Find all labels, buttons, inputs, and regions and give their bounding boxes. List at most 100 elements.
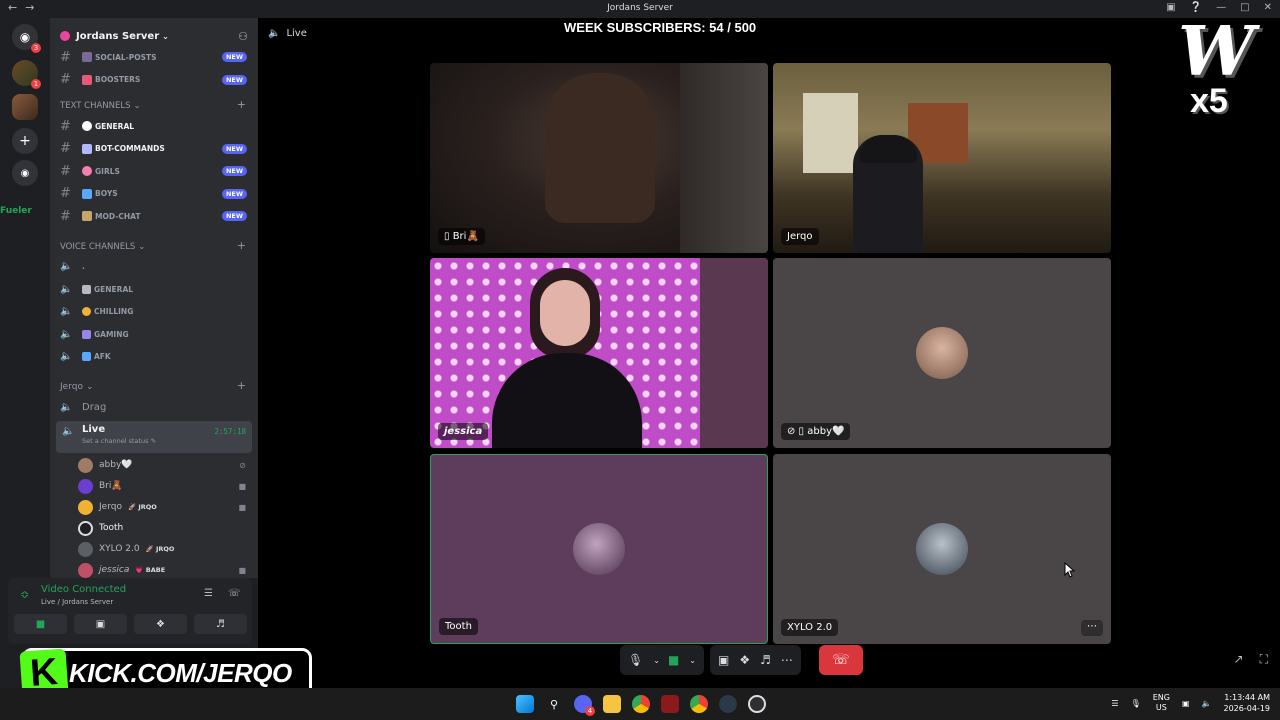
server-icon-1[interactable]: 1: [12, 60, 41, 89]
app-icon-red[interactable]: [661, 695, 679, 713]
language-indicator[interactable]: ENG US: [1153, 693, 1170, 713]
text-channels-category[interactable]: TEXT CHANNELS ⌄ +: [50, 91, 258, 115]
add-channel-icon[interactable]: +: [237, 379, 246, 392]
voice-channel-chilling[interactable]: 🔈 CHILLING: [50, 301, 258, 324]
network-icon[interactable]: ☰: [1111, 699, 1118, 708]
video-tile-jerqo[interactable]: Jerqo: [773, 63, 1111, 253]
fullscreen-icon[interactable]: ⛶: [1260, 652, 1268, 667]
channel-status-link[interactable]: Set a channel status ✎: [62, 437, 252, 445]
member-jessica[interactable]: jessica 💗 BABE ■: [50, 560, 258, 579]
member-tooth[interactable]: Tooth: [50, 518, 258, 539]
speaker-icon: 🔈: [60, 328, 73, 340]
discord-taskbar-icon[interactable]: 4: [574, 695, 595, 716]
activities-button[interactable]: ❖: [134, 614, 187, 634]
file-explorer-icon[interactable]: [603, 695, 621, 713]
voice-channel-dot[interactable]: 🔈.: [50, 256, 258, 279]
signal-icon[interactable]: ≎: [20, 588, 29, 601]
volume-icon[interactable]: 🔈: [1202, 699, 1212, 708]
mic-icon[interactable]: 🎙: [1131, 699, 1141, 708]
more-options-icon[interactable]: ⋯: [1081, 620, 1103, 636]
clock[interactable]: 1:13:44 AM 2026-04-19: [1224, 692, 1271, 714]
add-server-icon[interactable]: +: [12, 128, 38, 154]
chevron-down-icon: ⌄: [162, 31, 169, 41]
server-icon-jordans[interactable]: [12, 94, 38, 120]
voice-channel-live[interactable]: 🔈 Live Set a channel status ✎ 2:57:18: [56, 420, 252, 453]
controller-icon: [82, 329, 91, 339]
popout-icon[interactable]: ↗: [1234, 652, 1244, 667]
search-icon[interactable]: ⚲: [545, 695, 563, 713]
discord-home-icon[interactable]: ◉ 3: [12, 24, 41, 53]
chevron-down-icon[interactable]: ⌄: [689, 656, 696, 665]
inbox-icon[interactable]: ▣: [1166, 2, 1175, 13]
voice-channels-category[interactable]: VOICE CHANNELS ⌄ +: [50, 228, 258, 256]
video-tile-bri[interactable]: ▯ Bri🧸: [430, 63, 768, 253]
activities-icon[interactable]: ❖: [739, 653, 750, 667]
voice-status-subtitle[interactable]: Live / Jordans Server: [41, 598, 113, 606]
voice-channel-drag[interactable]: 🔈 Drag: [50, 396, 258, 419]
channel-emoji-icon: [82, 52, 92, 63]
call-stage: [258, 18, 1280, 688]
sleep-icon: [82, 352, 91, 362]
steam-icon[interactable]: [719, 695, 737, 713]
channel-boys[interactable]: # BOYS NEW: [50, 183, 258, 206]
voice-channel-general[interactable]: 🔈 GENERAL: [50, 278, 258, 301]
call-controls: 🎙 ⌄ ■ ⌄ ▣ ❖ ♬ ⋯ ☏: [620, 644, 863, 676]
hang-up-icon: ☏: [832, 652, 850, 668]
chrome-icon[interactable]: [632, 695, 650, 713]
soundboard-button[interactable]: ♬: [194, 614, 247, 634]
new-badge: NEW: [221, 166, 247, 177]
member-xylo[interactable]: XYLO 2.0 🚀 JRQO: [50, 539, 258, 560]
video-tile-jessica[interactable]: jessica: [430, 258, 768, 448]
channel-bot-commands[interactable]: # BOT-COMMANDS NEW: [50, 138, 258, 161]
new-badge: NEW: [221, 188, 247, 199]
microphone-icon[interactable]: 🎙: [628, 653, 643, 667]
add-channel-icon[interactable]: +: [237, 239, 246, 252]
windows-start-icon[interactable]: [516, 695, 534, 713]
video-tile-abby[interactable]: ⊘ ▯ abby🤍: [773, 258, 1111, 448]
disconnect-button[interactable]: ☏: [818, 645, 863, 675]
hash-icon: #: [60, 163, 71, 179]
invite-icon[interactable]: ⚇: [238, 30, 248, 43]
soundboard-icon[interactable]: ♬: [760, 653, 771, 667]
channel-mod-chat[interactable]: # MOD-CHAT NEW: [50, 205, 258, 228]
camera-button[interactable]: ■: [14, 614, 67, 634]
screen-share-button[interactable]: ▣: [74, 614, 127, 634]
camera-icon[interactable]: ■: [668, 653, 679, 667]
beanie: [859, 135, 917, 163]
jerqo-category[interactable]: Jerqo ⌄ +: [50, 368, 258, 396]
discord-app: ←→ Jordans Server ▣ ❔ — □ ✕ ◉ 3 1 + ◉ Fue…: [0, 0, 1280, 720]
obs-icon[interactable]: [748, 695, 766, 713]
channel-general[interactable]: # GENERAL: [50, 115, 258, 138]
video-tile-xylo[interactable]: XYLO 2.0 ⋯: [773, 454, 1111, 644]
noise-suppression-icon[interactable]: ☰: [204, 588, 213, 599]
member-abby[interactable]: abby🤍 ⊘: [50, 455, 258, 476]
avatar: [78, 499, 93, 515]
disconnect-icon[interactable]: ☏: [228, 588, 241, 599]
screen-share-icon[interactable]: ▣: [718, 653, 729, 667]
voice-channel-gaming[interactable]: 🔈 GAMING: [50, 323, 258, 346]
voice-channel-afk[interactable]: 🔈 AFK: [50, 346, 258, 369]
member-jerqo[interactable]: Jerqo 🚀 JRQO ■: [50, 497, 258, 518]
discover-icon[interactable]: ◉: [12, 160, 38, 186]
system-tray: ☰ 🎙 ENG US ▣ 🔈 1:13:44 AM 2026-04-19: [1111, 692, 1270, 714]
participant-name: jessica: [438, 423, 489, 440]
door: [700, 258, 768, 448]
new-badge: NEW: [221, 143, 247, 154]
channel-boosters[interactable]: # BOOSTERS NEW: [50, 69, 258, 92]
add-channel-icon[interactable]: +: [237, 98, 246, 111]
chrome-alt-icon[interactable]: [690, 695, 708, 713]
channel-social-posts[interactable]: # SOCIAL-POSTS NEW: [50, 46, 258, 69]
avatar: [78, 562, 93, 578]
w-multiplier-logo: W x5: [1178, 12, 1255, 120]
chevron-down-icon: ⌄: [85, 382, 94, 392]
hash-icon: #: [60, 208, 71, 224]
more-icon[interactable]: ⋯: [781, 653, 793, 667]
close-icon[interactable]: ✕: [1264, 2, 1272, 13]
channel-girls[interactable]: # GIRLS NEW: [50, 160, 258, 183]
voice-members: abby🤍 ⊘ Bri🧸 ■ Jerqo 🚀 JRQO ■ Tooth XYLO 2.0…: [50, 455, 258, 579]
participant-name: ⊘ ▯ abby🤍: [781, 423, 851, 440]
display-icon[interactable]: ▣: [1182, 699, 1190, 708]
video-tile-tooth[interactable]: Tooth: [430, 454, 768, 644]
member-bri[interactable]: Bri🧸 ■: [50, 476, 258, 497]
chevron-down-icon[interactable]: ⌄: [653, 656, 660, 665]
